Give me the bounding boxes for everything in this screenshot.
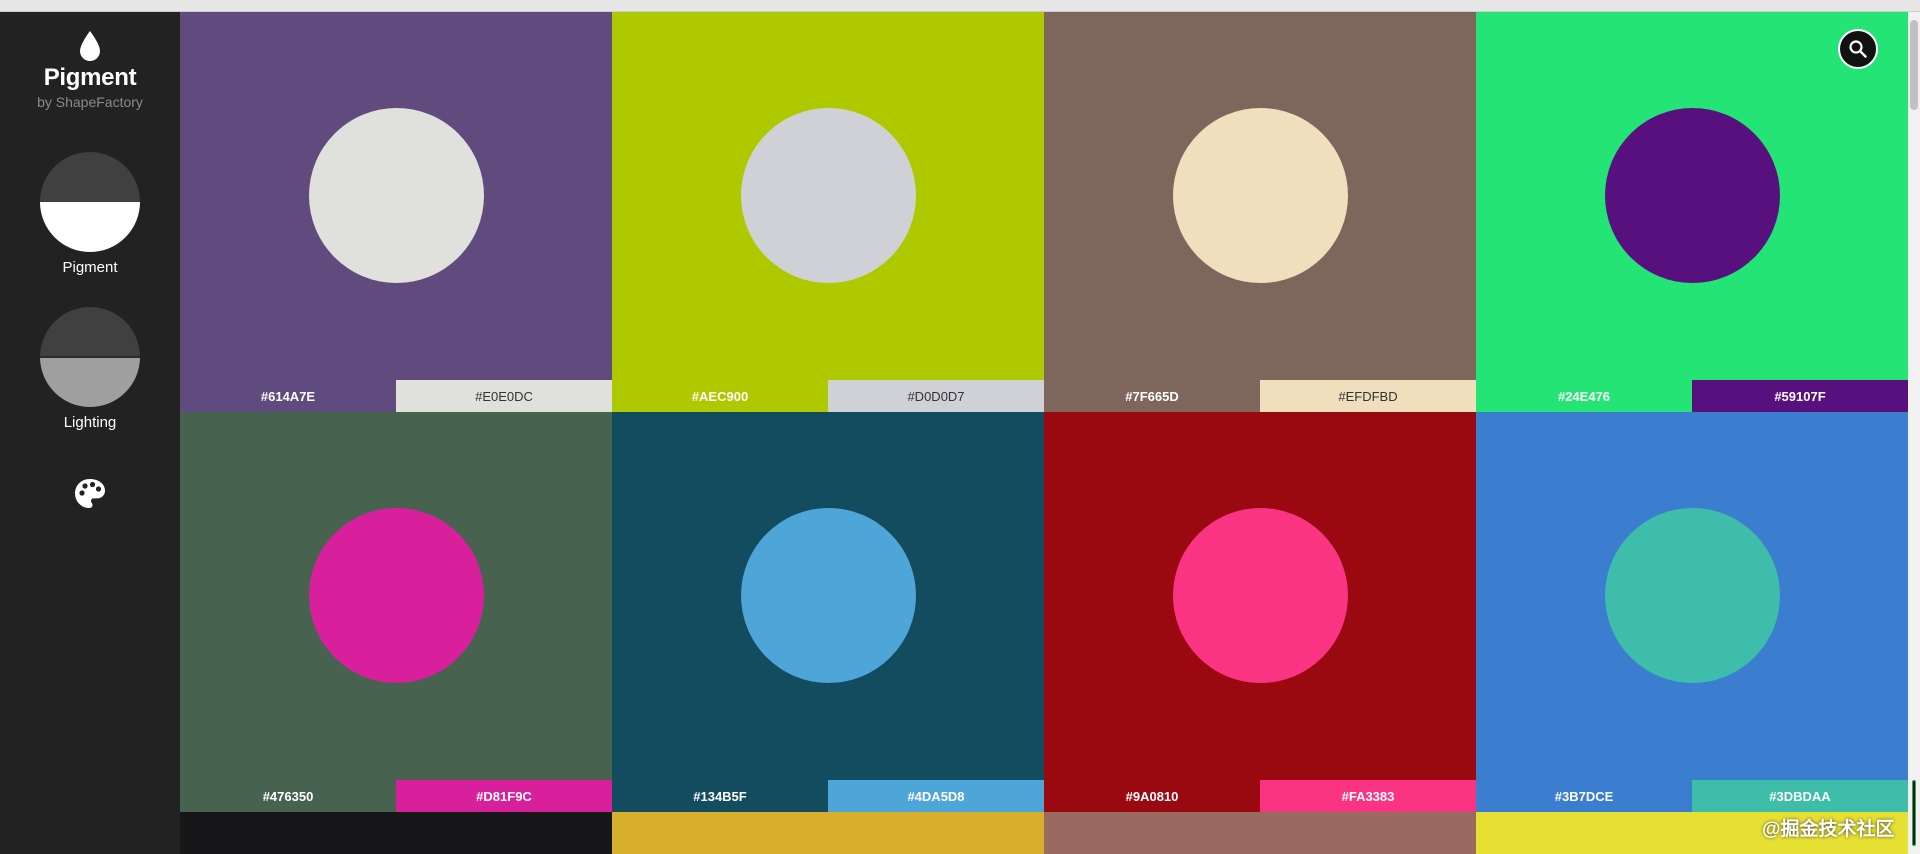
color-pair-tile[interactable]: #AEC900 #D0D0D7 [612, 12, 1044, 412]
brand-subtitle: by ShapeFactory [37, 94, 143, 110]
tile-circle [1173, 508, 1348, 683]
search-button[interactable] [1838, 29, 1878, 69]
scrollbar-thumb[interactable] [1910, 20, 1918, 110]
foreground-hex-chip[interactable]: #59107F [1692, 380, 1908, 412]
background-hex-chip[interactable]: #3B7DCE [1476, 780, 1692, 812]
color-pair-tile[interactable]: #24E476 #59107F [1476, 12, 1908, 412]
drop-icon [80, 31, 100, 61]
watermark: @掘金技术社区 [1762, 819, 1895, 840]
foreground-hex-chip[interactable]: #D0D0D7 [828, 380, 1044, 412]
tile-circle [1173, 108, 1348, 283]
mode-circle-bottom [40, 202, 140, 252]
foreground-hex-chip[interactable]: #3DBDAA [1692, 780, 1908, 812]
brand[interactable]: Pigment by ShapeFactory [0, 30, 180, 110]
mode-circle-top [40, 152, 140, 202]
tile-circle [741, 508, 916, 683]
mode-pigment[interactable]: Pigment [0, 152, 180, 276]
background-hex-chip[interactable]: #134B5F [612, 780, 828, 812]
color-pair-tile[interactable]: #3B7DCE #3DBDAA [1476, 412, 1908, 812]
palette-icon[interactable] [72, 476, 108, 512]
background-hex-chip[interactable]: #9A0810 [1044, 780, 1260, 812]
foreground-hex-chip[interactable]: #E0E0DC [396, 380, 612, 412]
tile-circle [1605, 508, 1780, 683]
browser-top-strip [0, 0, 1920, 12]
pigment-mode-icon [40, 152, 140, 252]
scroll-indicator [1912, 780, 1916, 846]
background-hex-chip[interactable]: #AEC900 [612, 380, 828, 412]
brand-title: Pigment [43, 64, 137, 91]
color-pair-tile[interactable] [612, 812, 1044, 854]
tile-circle [741, 108, 916, 283]
scrollbar[interactable] [1908, 12, 1920, 854]
mode-circle-divider [40, 356, 140, 358]
tile-circle [309, 108, 484, 283]
tile-circle [309, 508, 484, 683]
color-pair-tile[interactable]: #134B5F #4DA5D8 [612, 412, 1044, 812]
background-hex-chip[interactable]: #476350 [180, 780, 396, 812]
background-hex-chip[interactable]: #614A7E [180, 380, 396, 412]
lighting-mode-icon [40, 307, 140, 407]
foreground-hex-chip[interactable]: #FA3383 [1260, 780, 1476, 812]
search-icon [1849, 40, 1867, 58]
foreground-hex-chip[interactable]: #EFDFBD [1260, 380, 1476, 412]
background-hex-chip[interactable]: #24E476 [1476, 380, 1692, 412]
foreground-hex-chip[interactable]: #D81F9C [396, 780, 612, 812]
color-pair-tile[interactable]: #9A0810 #FA3383 [1044, 412, 1476, 812]
background-hex-chip[interactable]: #7F665D [1044, 380, 1260, 412]
mode-circle-bottom [40, 357, 140, 407]
foreground-hex-chip[interactable]: #4DA5D8 [828, 780, 1044, 812]
color-pair-tile[interactable] [1044, 812, 1476, 854]
color-pair-tile[interactable]: #476350 #D81F9C [180, 412, 612, 812]
color-pair-tile[interactable] [180, 812, 612, 854]
color-pair-tile[interactable]: #7F665D #EFDFBD [1044, 12, 1476, 412]
mode-label: Lighting [63, 414, 117, 431]
sidebar: Pigment by ShapeFactory Pigment Lighting [0, 12, 180, 854]
mode-circle-top [40, 307, 140, 357]
tile-circle [1605, 108, 1780, 283]
color-pair-grid: #614A7E #E0E0DC #AEC900 #D0D0D7 #7F665D #EFDF… [180, 12, 1908, 854]
mode-label: Pigment [62, 259, 118, 276]
color-pair-tile[interactable]: #614A7E #E0E0DC [180, 12, 612, 412]
mode-lighting[interactable]: Lighting [0, 307, 180, 431]
